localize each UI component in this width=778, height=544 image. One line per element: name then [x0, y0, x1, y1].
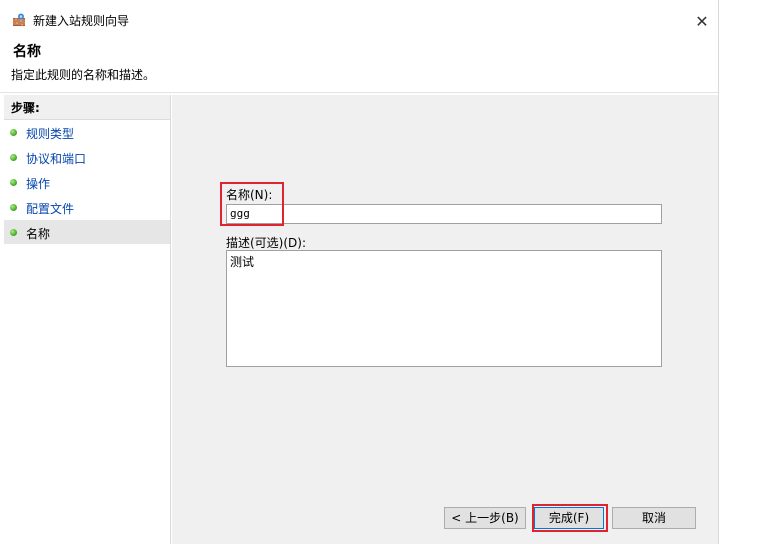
step-label: 配置文件 — [26, 202, 75, 216]
wizard-window: 新建入站规则向导 ✕ 名称 指定此规则的名称和描述。 步骤: 规则类型 协议和端… — [0, 0, 719, 544]
name-highlight-box — [220, 182, 284, 226]
description-label: 描述(可选)(D): — [226, 236, 307, 250]
page-subtitle: 指定此规则的名称和描述。 — [11, 68, 156, 82]
content-pane: 名称(N): ggg 描述(可选)(D): 测试 < 上一步(B) 完成(F) … — [172, 95, 718, 544]
step-bullet-icon — [10, 154, 17, 161]
name-field[interactable]: ggg — [226, 204, 662, 224]
step-label: 操作 — [26, 177, 51, 191]
header-divider — [0, 92, 718, 93]
steps-pane: 步骤: 规则类型 协议和端口 操作 配置文件 名称 — [4, 95, 171, 544]
back-button[interactable]: < 上一步(B) — [444, 507, 526, 529]
close-icon[interactable]: ✕ — [688, 8, 716, 36]
steps-header: 步骤: — [4, 95, 170, 120]
step-rule-type[interactable]: 规则类型 — [4, 120, 170, 144]
step-bullet-icon — [10, 129, 17, 136]
step-bullet-icon — [10, 229, 17, 236]
window-title: 新建入站规则向导 — [33, 14, 130, 28]
step-bullet-icon — [10, 204, 17, 211]
finish-highlight-box — [532, 504, 608, 532]
step-protocol-port[interactable]: 协议和端口 — [4, 145, 170, 169]
step-profile[interactable]: 配置文件 — [4, 195, 170, 219]
step-label: 规则类型 — [26, 127, 75, 141]
step-action[interactable]: 操作 — [4, 170, 170, 194]
step-bullet-icon — [10, 179, 17, 186]
title-bar: 新建入站规则向导 ✕ — [0, 0, 718, 38]
cancel-button[interactable]: 取消 — [612, 507, 696, 529]
step-label: 名称 — [26, 227, 51, 241]
steps-heading: 步骤: — [11, 101, 40, 115]
step-label: 协议和端口 — [26, 152, 87, 166]
firewall-wizard-icon — [12, 13, 26, 27]
page-title: 名称 — [13, 44, 41, 60]
step-name[interactable]: 名称 — [4, 220, 170, 244]
description-field[interactable]: 测试 — [226, 250, 662, 367]
